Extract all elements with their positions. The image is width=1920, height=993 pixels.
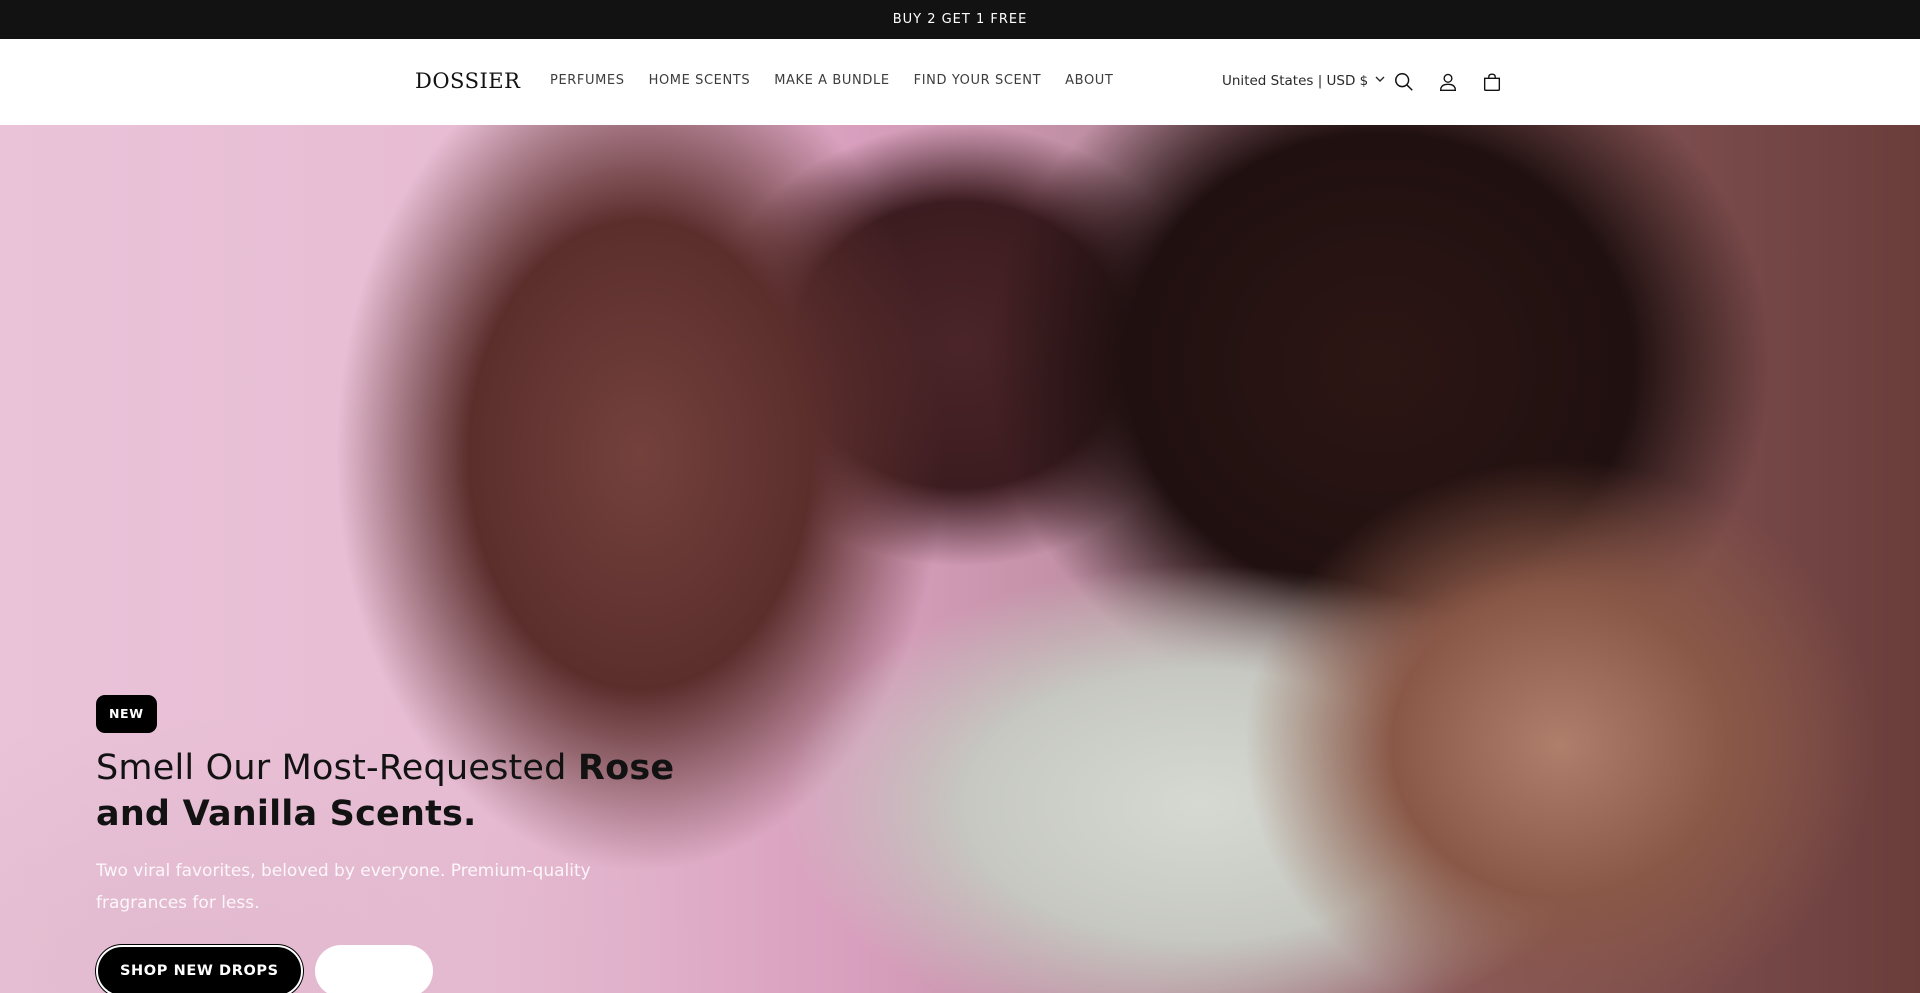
- account-icon[interactable]: [1436, 70, 1460, 94]
- nav-make-a-bundle[interactable]: MAKE A BUNDLE: [774, 73, 889, 89]
- cart-icon[interactable]: [1480, 70, 1504, 94]
- new-badge: NEW: [96, 695, 157, 733]
- country-currency-selector[interactable]: United States | USD $: [1222, 72, 1386, 90]
- hero-banner: NEW Smell Our Most-Requested Rose and Va…: [0, 125, 1920, 993]
- nav-about[interactable]: ABOUT: [1065, 73, 1113, 89]
- site-logo[interactable]: DOSSIER: [415, 69, 520, 93]
- main-nav: PERFUMES HOME SCENTS MAKE A BUNDLE FIND …: [550, 73, 1113, 89]
- locale-label: United States | USD $: [1222, 73, 1369, 89]
- nav-home-scents[interactable]: HOME SCENTS: [649, 73, 751, 89]
- search-icon[interactable]: [1392, 70, 1416, 94]
- hero-subtext: Two viral favorites, beloved by everyone…: [96, 861, 591, 913]
- announcement-text: BUY 2 GET 1 FREE: [892, 12, 1028, 27]
- hero-headline: Smell Our Most-Requested Rose and Vanill…: [96, 745, 716, 837]
- nav-perfumes[interactable]: PERFUMES: [550, 73, 625, 89]
- hero-buttons: SHOP NEW DROPS: [96, 945, 716, 993]
- site-header: DOSSIER PERFUMES HOME SCENTS MAKE A BUND…: [0, 39, 1920, 125]
- chevron-down-icon: [1374, 73, 1386, 89]
- shop-new-drops-button[interactable]: SHOP NEW DROPS: [96, 945, 303, 993]
- nav-find-your-scent[interactable]: FIND YOUR SCENT: [914, 73, 1042, 89]
- secondary-hero-button[interactable]: [314, 945, 433, 993]
- announcement-bar: BUY 2 GET 1 FREE: [0, 0, 1920, 39]
- hero-content: NEW Smell Our Most-Requested Rose and Va…: [96, 695, 716, 993]
- headline-light-text: Smell Our Most-Requested: [96, 748, 578, 788]
